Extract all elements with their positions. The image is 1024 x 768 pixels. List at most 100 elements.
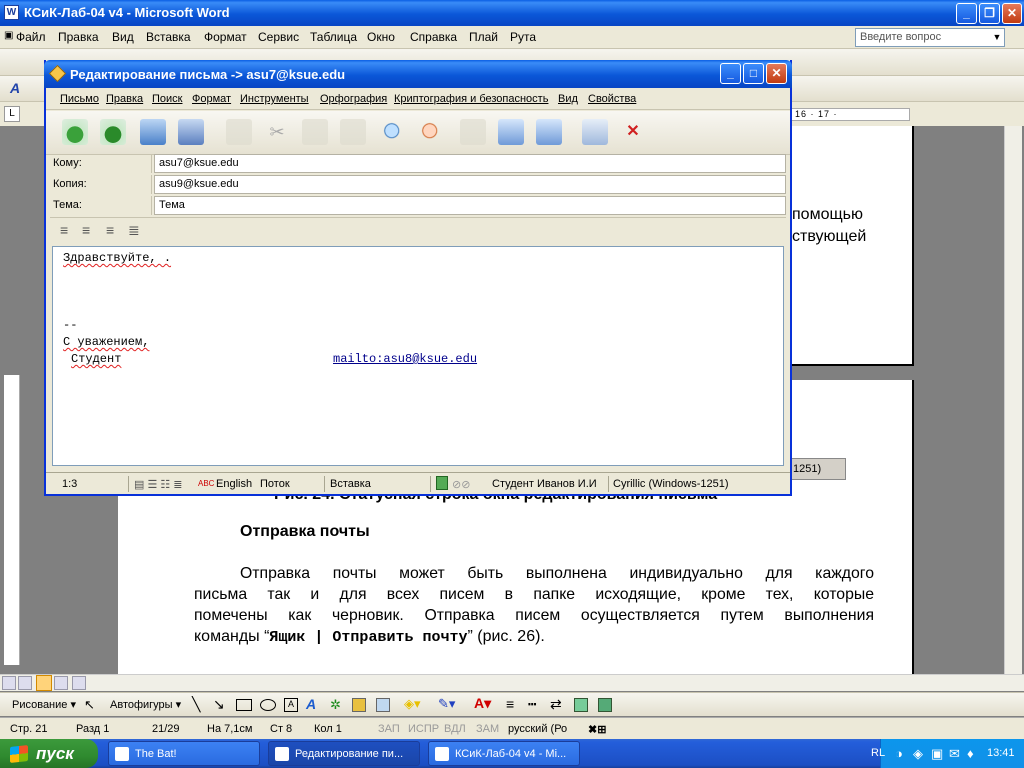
- dlg-menu-edit[interactable]: Правка: [106, 93, 143, 105]
- status-col: Кол 1: [314, 723, 342, 735]
- dlg-menu-format[interactable]: Формат: [192, 93, 231, 105]
- drawing-menu[interactable]: Рисование ▾: [12, 698, 76, 711]
- normal-view-button[interactable]: [2, 676, 16, 690]
- menu-edit[interactable]: Правка: [58, 30, 99, 44]
- shadow-icon[interactable]: [574, 698, 588, 712]
- dlg-menu-view[interactable]: Вид: [558, 93, 578, 105]
- encrypt-icons[interactable]: ⊘⊘: [452, 478, 470, 491]
- dlg-menu-message[interactable]: Письмо: [60, 93, 99, 105]
- dlg-menu-properties[interactable]: Свойства: [588, 93, 636, 105]
- cc-field[interactable]: asu9@ksue.edu: [154, 175, 786, 194]
- dialog-close-button[interactable]: ✕: [766, 63, 787, 84]
- help-dropdown-icon[interactable]: ▼: [990, 29, 1004, 46]
- menu-help[interactable]: Справка: [410, 30, 457, 44]
- arrow-style-icon[interactable]: ⇄: [550, 696, 562, 713]
- close-editor-icon[interactable]: ✕: [620, 119, 646, 145]
- paragraph-icons[interactable]: ▤ ☰ ☷ ≣: [134, 478, 183, 491]
- horizontal-scrollbar[interactable]: [0, 674, 1024, 691]
- address-book-icon[interactable]: [498, 119, 524, 145]
- line-color-icon[interactable]: ✎▾: [438, 696, 455, 712]
- status-lang: русский (Ро: [508, 723, 568, 735]
- properties-icon[interactable]: [582, 119, 608, 145]
- task-message-editor[interactable]: Редактирование пи...: [268, 741, 420, 766]
- oval-icon[interactable]: [260, 699, 276, 711]
- mailto-link[interactable]: mailto:asu8@ksue.edu: [333, 352, 477, 366]
- 3d-icon[interactable]: [598, 698, 612, 712]
- web-view-button[interactable]: [18, 676, 32, 690]
- wordart-icon[interactable]: A: [306, 696, 316, 712]
- menu-format[interactable]: Формат: [204, 30, 247, 44]
- align-center-icon[interactable]: ≡: [82, 222, 90, 238]
- spellcheck-icon[interactable]: ABC: [198, 479, 214, 488]
- tray-icon-4[interactable]: ✉: [949, 746, 960, 762]
- save-draft-icon[interactable]: [178, 119, 204, 145]
- menu-window[interactable]: Окно: [367, 30, 395, 44]
- dash-style-icon[interactable]: ┅: [528, 696, 536, 713]
- attach-file-icon[interactable]: [536, 119, 562, 145]
- dlg-menu-spelling[interactable]: Орфография: [320, 93, 387, 105]
- name-text: Студент: [71, 352, 122, 366]
- dlg-menu-tools[interactable]: Инструменты: [240, 93, 309, 105]
- spelling-status-icon[interactable]: ✖⊞: [588, 723, 606, 736]
- line-style-icon[interactable]: ≡: [506, 696, 514, 712]
- doc-icon[interactable]: ▣: [4, 30, 13, 41]
- vertical-scrollbar[interactable]: [1004, 126, 1022, 674]
- arrow-icon[interactable]: ↘: [213, 696, 225, 713]
- clipart-icon[interactable]: [352, 698, 366, 712]
- tray-icon-1[interactable]: ◑: [895, 746, 903, 761]
- sign-icon[interactable]: [436, 476, 448, 490]
- dialog-maximize-button[interactable]: □: [743, 63, 764, 84]
- align-justify-icon[interactable]: ≣: [128, 222, 140, 239]
- fill-color-icon[interactable]: ◈▾: [404, 696, 421, 712]
- menu-insert[interactable]: Вставка: [146, 30, 191, 44]
- to-field[interactable]: asu7@ksue.edu: [154, 154, 786, 173]
- tray-icon-2[interactable]: ◈: [913, 746, 923, 762]
- clock[interactable]: 13:41: [987, 747, 1015, 759]
- textbox-icon[interactable]: A: [284, 698, 298, 712]
- tray-icon-5[interactable]: ♦: [967, 746, 974, 761]
- save-to-outbox-icon[interactable]: [140, 119, 166, 145]
- status-rec[interactable]: ЗАП: [378, 723, 400, 735]
- find-replace-icon[interactable]: [418, 119, 444, 145]
- diagram-icon[interactable]: ✲: [330, 697, 341, 713]
- task-word[interactable]: КСиК-Лаб-04 v4 - Mi...: [428, 741, 580, 766]
- menu-file[interactable]: Файл: [16, 30, 46, 44]
- dlg-menu-crypto[interactable]: Криптография и безопасность: [394, 93, 548, 105]
- send-later-icon[interactable]: [100, 119, 126, 145]
- language-indicator[interactable]: RL: [871, 747, 885, 759]
- align-left-icon[interactable]: ≡: [60, 222, 68, 238]
- subject-field[interactable]: Тема: [154, 196, 786, 215]
- message-body-editor[interactable]: Здравствуйте, . -- С уважением, Студент …: [52, 246, 784, 466]
- task-the-bat[interactable]: The Bat!: [108, 741, 260, 766]
- menu-view[interactable]: Вид: [112, 30, 134, 44]
- status-ext[interactable]: ВДЛ: [444, 723, 466, 735]
- autoshapes-menu[interactable]: Автофигуры ▾: [110, 698, 181, 711]
- help-search-input[interactable]: Введите вопрос: [855, 28, 1005, 47]
- select-objects-icon[interactable]: ↖: [84, 697, 95, 713]
- rectangle-icon[interactable]: [236, 699, 252, 711]
- reading-view-button[interactable]: [72, 676, 86, 690]
- menu-ruta[interactable]: Рута: [510, 30, 536, 44]
- font-color-icon[interactable]: A▾: [474, 695, 491, 712]
- status-ovr[interactable]: ЗАМ: [476, 723, 499, 735]
- word-window-title: КСиК-Лаб-04 v4 - Microsoft Word: [24, 5, 230, 20]
- dlg-menu-search[interactable]: Поиск: [152, 93, 182, 105]
- picture-icon[interactable]: [376, 698, 390, 712]
- menu-tools[interactable]: Сервис: [258, 30, 299, 44]
- find-icon[interactable]: [380, 119, 406, 145]
- tray-icon-3[interactable]: ▣: [931, 746, 943, 762]
- line-icon[interactable]: ╲: [192, 696, 200, 713]
- align-right-icon[interactable]: ≡: [106, 222, 114, 238]
- print-view-button[interactable]: [36, 675, 52, 691]
- minimize-button[interactable]: _: [956, 3, 977, 24]
- status-trk[interactable]: ИСПР: [408, 723, 439, 735]
- styles-icon[interactable]: A: [10, 80, 20, 96]
- send-now-icon[interactable]: [62, 119, 88, 145]
- restore-button[interactable]: ❐: [979, 3, 1000, 24]
- tab-stop-selector[interactable]: L: [4, 106, 20, 122]
- dialog-minimize-button[interactable]: _: [720, 63, 741, 84]
- menu-table[interactable]: Таблица: [310, 30, 357, 44]
- menu-plai[interactable]: Плай: [469, 30, 498, 44]
- outline-view-button[interactable]: [54, 676, 68, 690]
- close-button[interactable]: ✕: [1002, 3, 1022, 24]
